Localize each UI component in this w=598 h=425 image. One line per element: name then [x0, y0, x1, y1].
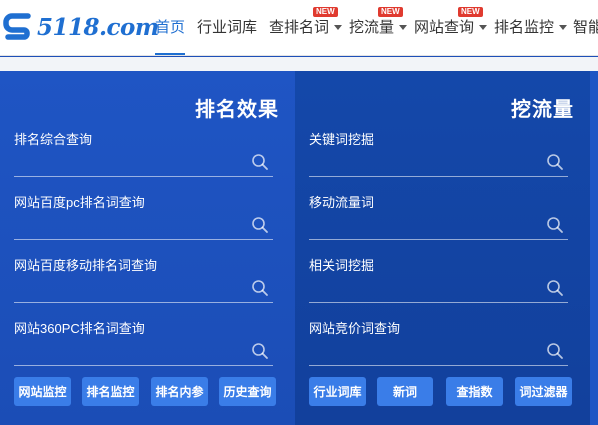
search-icon[interactable]	[251, 216, 269, 234]
field-keyword-mining[interactable]: 关键词挖掘	[309, 129, 568, 177]
search-icon[interactable]	[251, 279, 269, 297]
search-icon[interactable]	[546, 279, 564, 297]
nav-item-industry-words[interactable]: 行业词库	[197, 16, 257, 37]
search-icon[interactable]	[546, 342, 564, 360]
panel-title: 挖流量	[511, 99, 574, 121]
word-filter-button[interactable]: 词过滤器	[515, 377, 572, 406]
chevron-down-icon	[334, 25, 343, 30]
nav-item-label: 智能	[573, 19, 598, 36]
nav-item-traffic[interactable]: 挖流量	[349, 16, 408, 37]
field-baidu-mobile-rank-query[interactable]: 网站百度移动排名词查询	[14, 255, 273, 303]
traffic-mining-panel: 挖流量 关键词挖掘 移动流量词 相关词挖掘 网站竞价词查询 行业词库 新词 查指…	[295, 71, 590, 425]
active-tab-indicator	[155, 53, 185, 55]
industry-words-button[interactable]: 行业词库	[309, 377, 366, 406]
logo-mark-icon	[3, 13, 31, 40]
nav-item-site-query[interactable]: 网站查询	[414, 16, 488, 37]
section-gap	[0, 57, 598, 71]
input-underline	[309, 302, 568, 303]
field-360pc-rank-query[interactable]: 网站360PC排名词查询	[14, 318, 273, 366]
field-related-word-mining[interactable]: 相关词挖掘	[309, 255, 568, 303]
field-baidu-pc-rank-query[interactable]: 网站百度pc排名词查询	[14, 192, 273, 240]
nav-item-rank-words[interactable]: 查排名词	[269, 16, 343, 37]
search-icon[interactable]	[251, 153, 269, 171]
nav-item-label: 排名监控	[494, 19, 555, 36]
panel-title: 排名效果	[195, 99, 279, 121]
rank-effect-panel: 排名效果 排名综合查询 网站百度pc排名词查询 网站百度移动排名词查询 网站36…	[0, 71, 295, 425]
rank-monitor-button[interactable]: 排名监控	[82, 377, 139, 406]
rank-insider-button[interactable]: 排名内参	[151, 377, 208, 406]
nav-item-smart[interactable]: 智能	[573, 16, 598, 37]
new-badge: NEW	[458, 7, 483, 17]
field-label: 相关词挖掘	[309, 258, 375, 273]
nav-item-rank-monitor[interactable]: 排名监控	[494, 16, 568, 37]
chevron-down-icon	[399, 25, 408, 30]
field-label: 网站百度移动排名词查询	[14, 258, 158, 273]
input-underline	[309, 239, 568, 240]
input-underline	[14, 239, 273, 240]
next-panel-edge	[590, 71, 598, 425]
search-icon[interactable]	[546, 216, 564, 234]
site-monitor-button[interactable]: 网站监控	[14, 377, 71, 406]
field-rank-overall-query[interactable]: 排名综合查询	[14, 129, 273, 177]
history-query-button[interactable]: 历史查询	[219, 377, 276, 406]
nav-item-label: 挖流量	[349, 19, 395, 36]
field-label: 网站百度pc排名词查询	[14, 195, 145, 210]
check-index-button[interactable]: 查指数	[446, 377, 503, 406]
field-label: 网站竞价词查询	[309, 321, 401, 336]
search-icon[interactable]	[251, 342, 269, 360]
new-words-button[interactable]: 新词	[377, 377, 433, 406]
nav-item-label: 行业词库	[197, 19, 258, 36]
nav-item-label: 查排名词	[269, 19, 330, 36]
input-underline	[14, 365, 273, 366]
field-label: 关键词挖掘	[309, 132, 375, 147]
logo-text: 5118.com	[37, 13, 159, 41]
new-badge: NEW	[313, 7, 338, 17]
chevron-down-icon	[559, 25, 568, 30]
top-navigation: 5118.com 首页 行业词库 查排名词 NEW 挖流量 NEW 网站查询 N…	[0, 0, 598, 56]
nav-item-home[interactable]: 首页	[155, 16, 185, 37]
nav-item-label: 首页	[155, 19, 186, 36]
input-underline	[14, 176, 273, 177]
field-mobile-traffic-words[interactable]: 移动流量词	[309, 192, 568, 240]
site-logo[interactable]: 5118.com	[2, 7, 159, 47]
field-label: 移动流量词	[309, 195, 375, 210]
field-label: 排名综合查询	[14, 132, 93, 147]
search-icon[interactable]	[546, 153, 564, 171]
nav-item-label: 网站查询	[414, 19, 475, 36]
input-underline	[14, 302, 273, 303]
input-underline	[309, 176, 568, 177]
field-label: 网站360PC排名词查询	[14, 321, 145, 336]
field-bid-word-query[interactable]: 网站竞价词查询	[309, 318, 568, 366]
input-underline	[309, 365, 568, 366]
new-badge: NEW	[378, 7, 403, 17]
chevron-down-icon	[479, 25, 488, 30]
